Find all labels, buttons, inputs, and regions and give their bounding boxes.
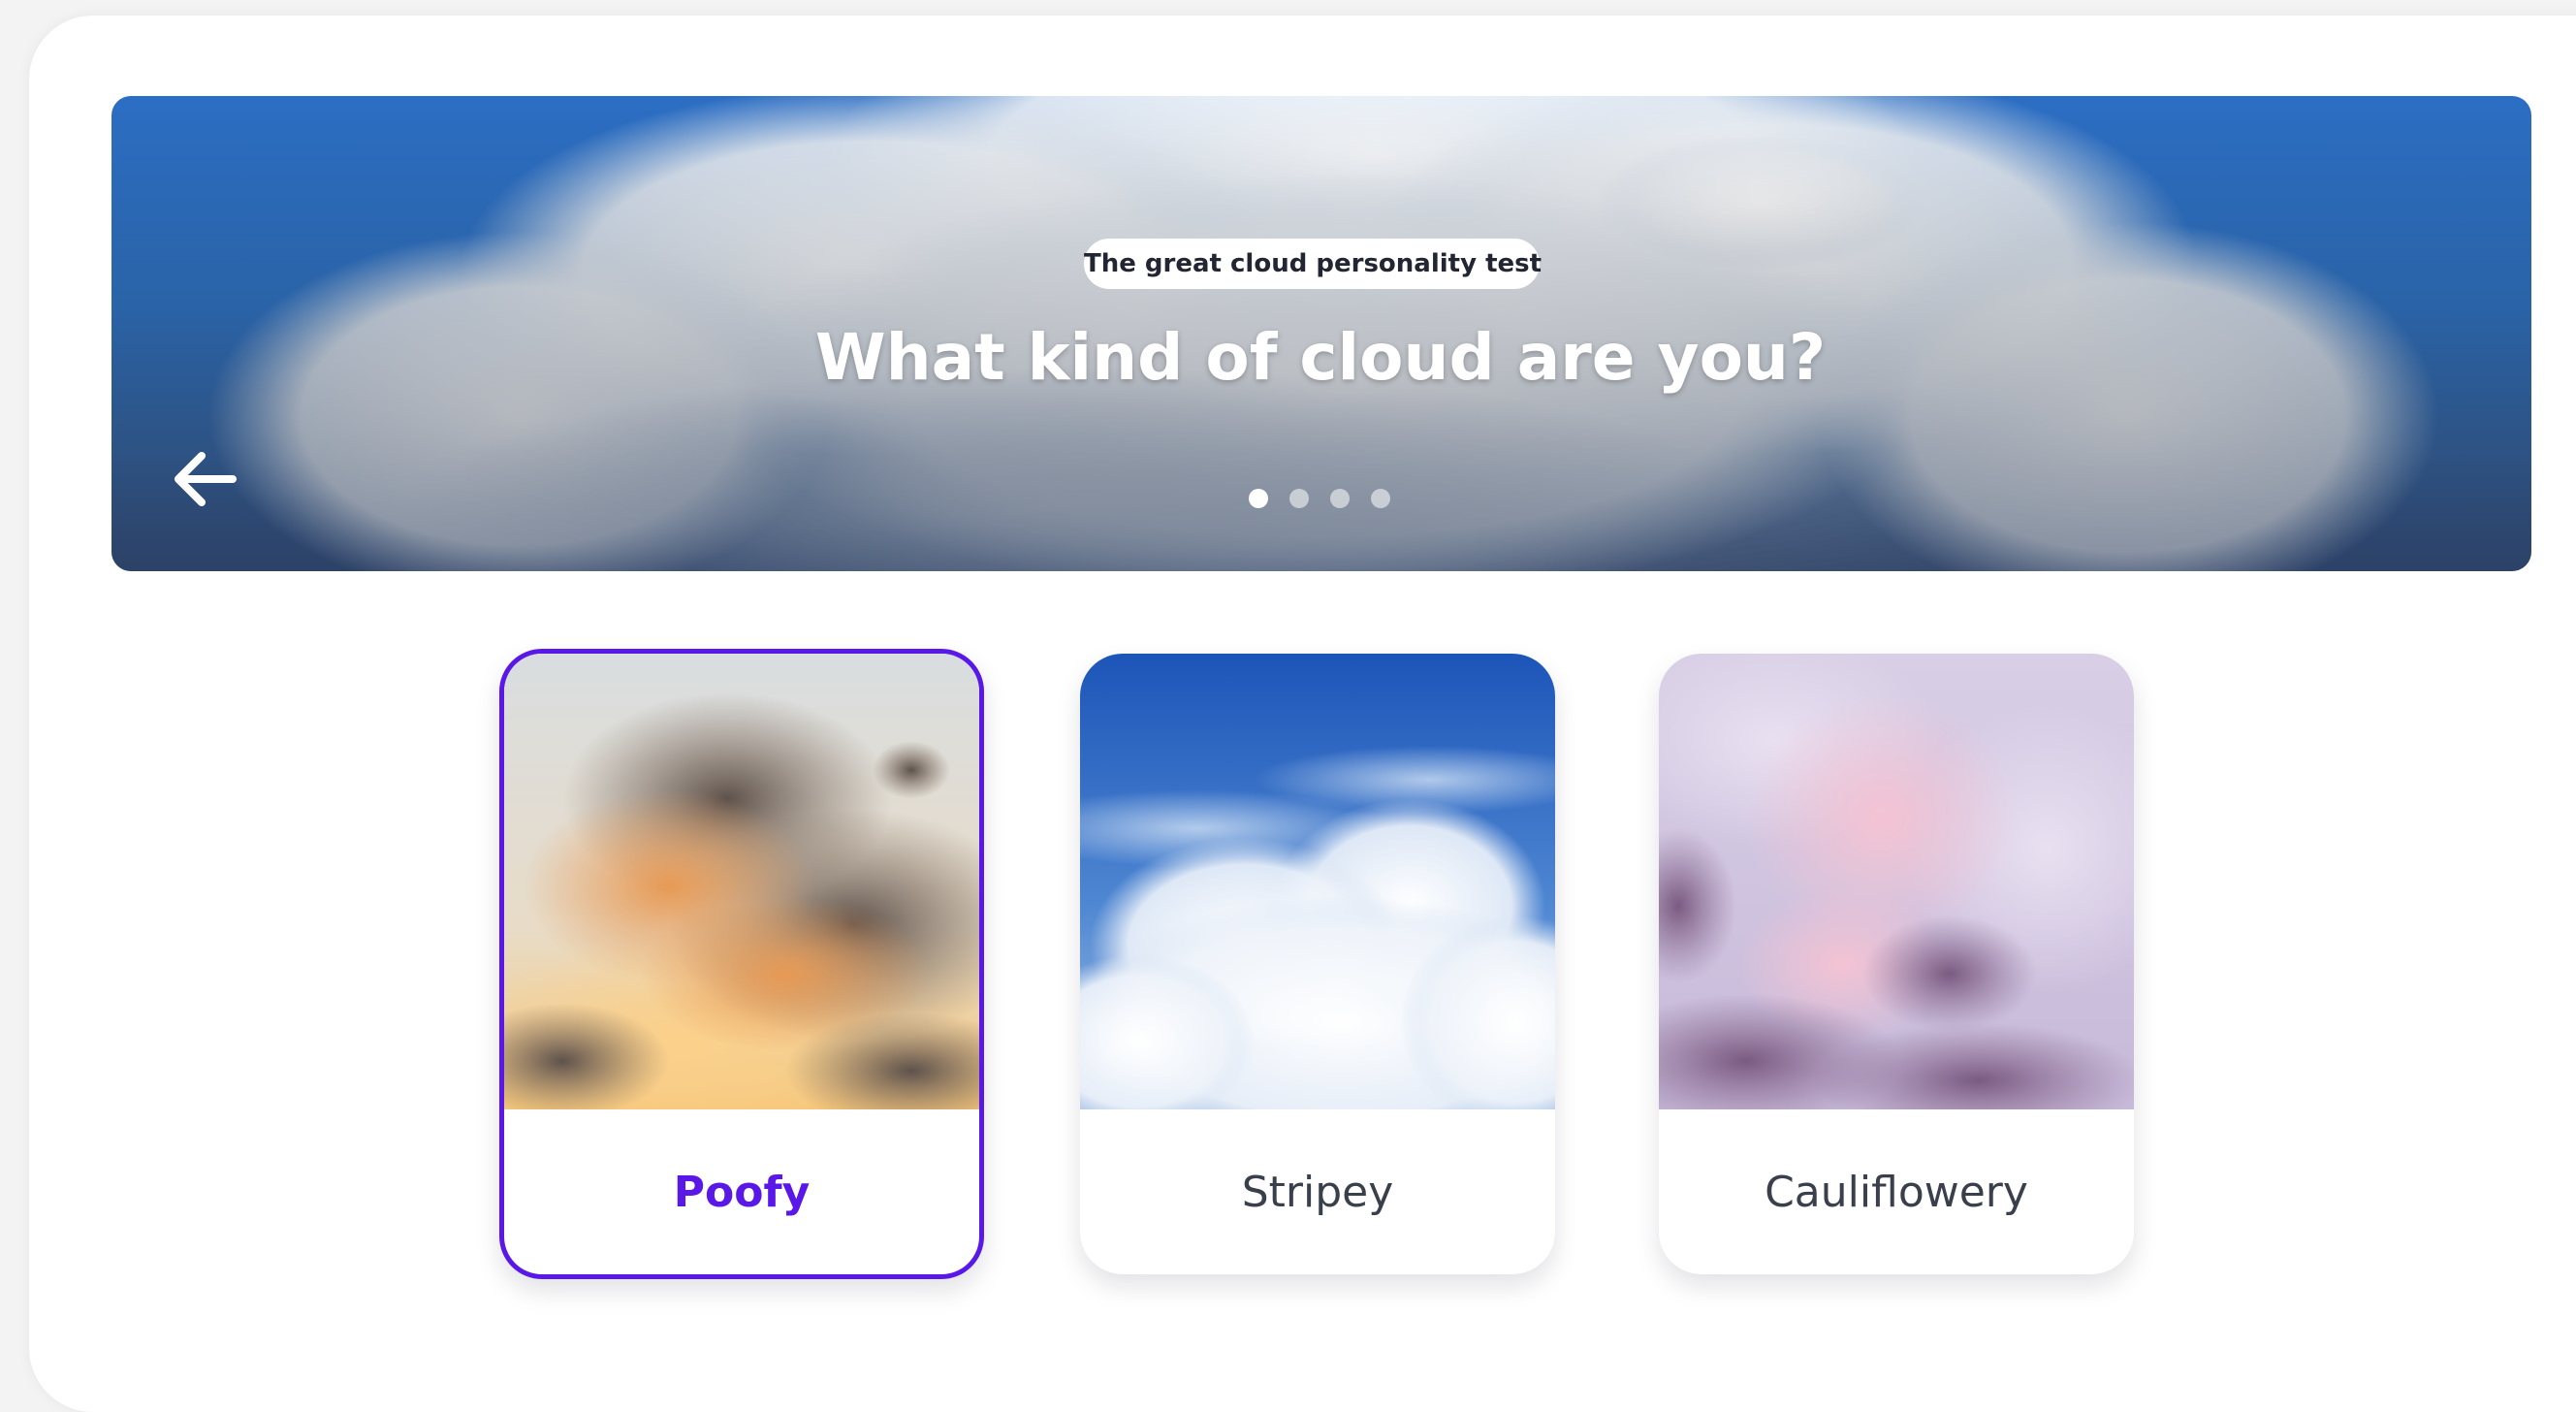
- arrow-left-icon: [175, 452, 237, 506]
- option-label: Cauliflowery: [1765, 1167, 2028, 1217]
- carousel-pagination: [1249, 489, 1390, 508]
- back-button[interactable]: [171, 450, 237, 508]
- pagination-dot-2[interactable]: [1289, 489, 1309, 508]
- quiz-tag: The great cloud personality test: [1084, 239, 1542, 289]
- cumulus-cloud-image: [1080, 654, 1555, 1109]
- pink-cloud-image: [1659, 654, 2134, 1109]
- answer-option-stripey[interactable]: Stripey: [1080, 654, 1555, 1274]
- sunset-cloud-image: [504, 654, 979, 1109]
- pagination-dot-3[interactable]: [1330, 489, 1350, 508]
- pagination-dot-1[interactable]: [1249, 489, 1268, 508]
- pagination-dot-4[interactable]: [1371, 489, 1390, 508]
- answer-option-cauliflowery[interactable]: Cauliflowery: [1659, 654, 2134, 1274]
- quiz-question-title: What kind of cloud are you?: [814, 320, 1827, 395]
- answer-option-poofy[interactable]: Poofy: [499, 649, 984, 1279]
- option-label: Stripey: [1241, 1167, 1394, 1217]
- option-label: Poofy: [673, 1167, 811, 1217]
